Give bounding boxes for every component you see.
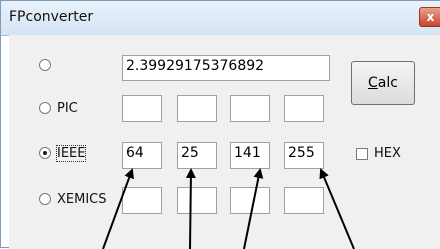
- arrow-to-byte-2: [185, 168, 196, 249]
- fpconverter-window: FPconverter x 2.39929175376892 Calc PIC …: [0, 0, 440, 249]
- annotation-arrows: [102, 168, 355, 249]
- arrow-to-byte-3: [243, 168, 264, 249]
- arrow-to-byte-4: [319, 168, 355, 249]
- arrow-to-byte-1: [102, 168, 134, 249]
